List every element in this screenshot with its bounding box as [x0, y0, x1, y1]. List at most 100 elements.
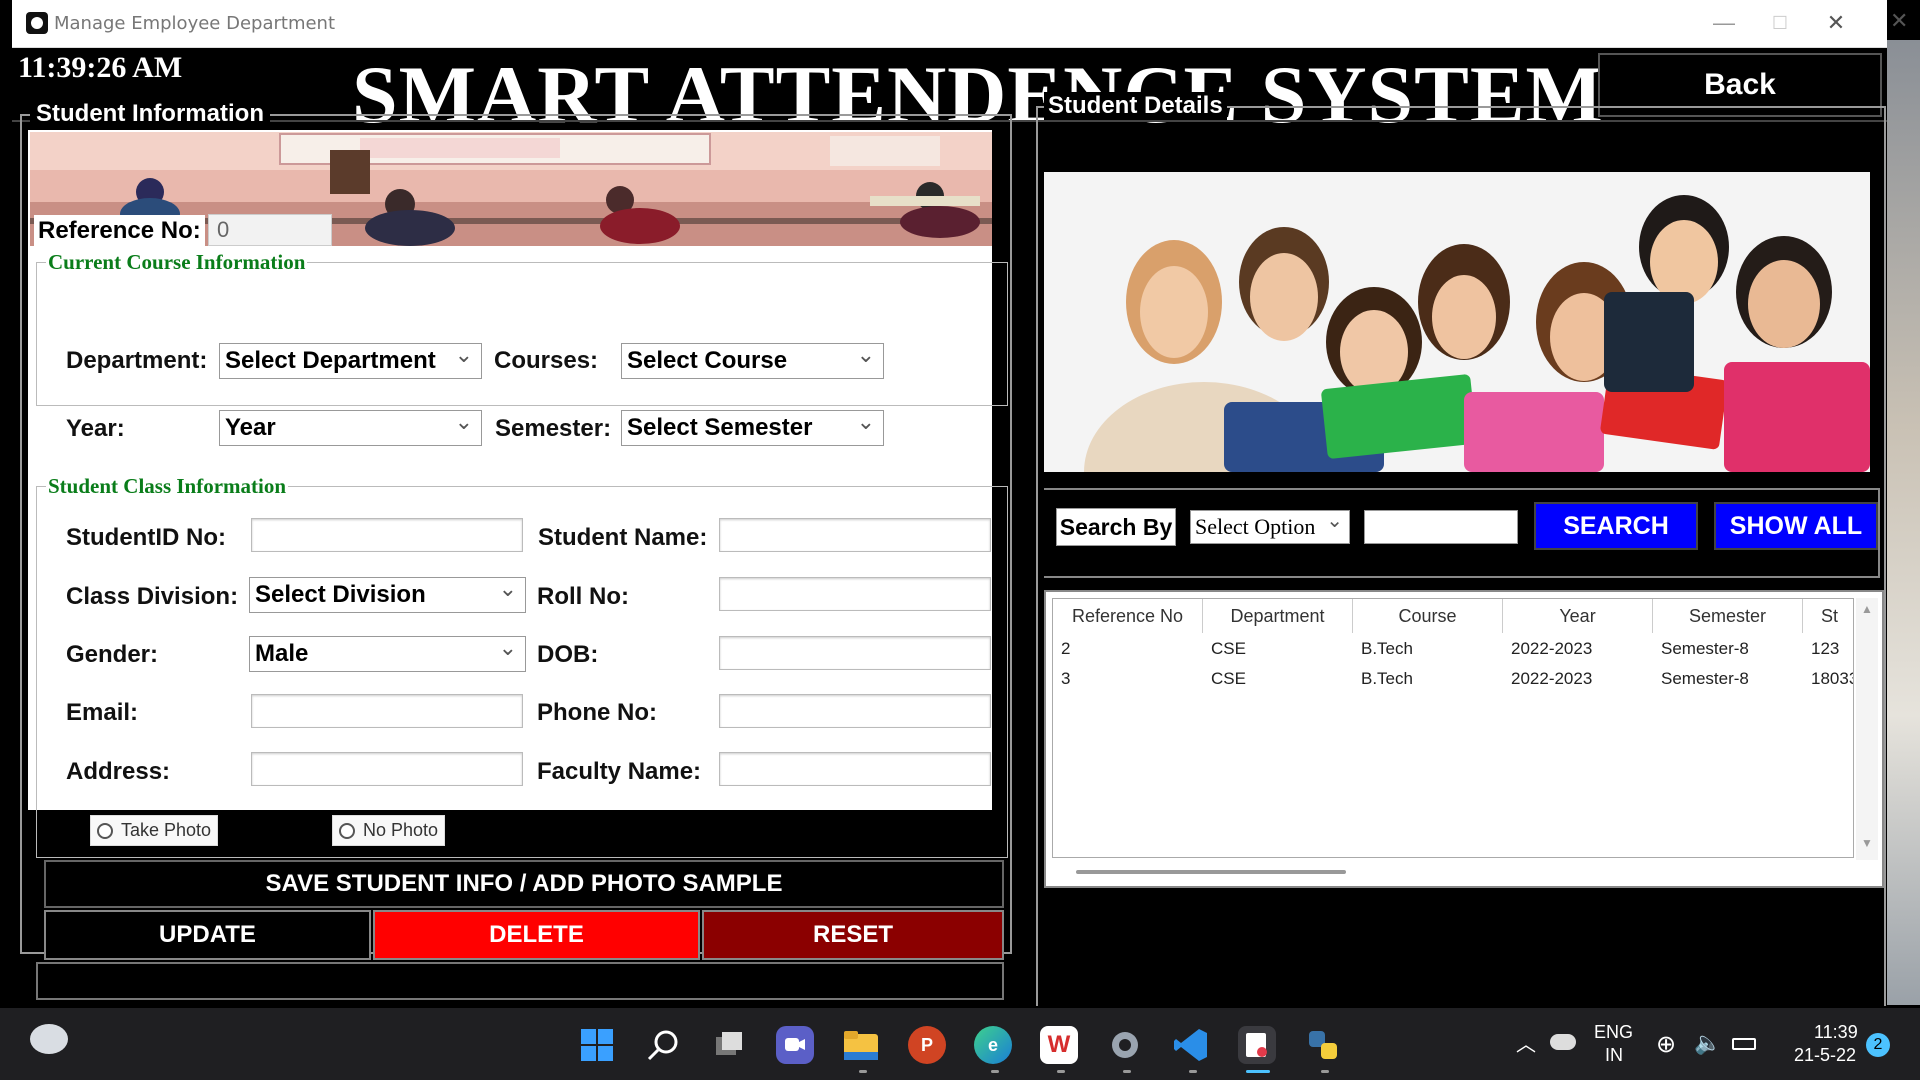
wps-icon[interactable]: W — [1040, 1026, 1078, 1064]
no-photo-radio[interactable]: No Photo — [332, 815, 446, 846]
course-select[interactable]: Select Course — [621, 338, 884, 379]
search-input[interactable] — [1364, 510, 1518, 544]
taskbar — [0, 1008, 1920, 1080]
student-id-label: StudentID No: — [66, 524, 226, 551]
weather-icon[interactable] — [30, 1024, 68, 1054]
delete-button[interactable]: DELETE — [373, 910, 700, 960]
address-label: Address: — [66, 758, 171, 785]
take-photo-radio[interactable]: Take Photo — [90, 815, 219, 846]
running-indicator — [991, 1070, 999, 1073]
department-label: Department: — [66, 347, 208, 374]
roll-no-label: Roll No: — [537, 583, 629, 610]
reference-no-input[interactable]: 0 — [208, 214, 332, 246]
cell-semester: Semester-8 — [1661, 639, 1749, 658]
column-header-student[interactable]: St — [1803, 599, 1853, 633]
volume-icon[interactable]: 🔈 — [1694, 1030, 1721, 1056]
update-button[interactable]: UPDATE — [44, 910, 371, 960]
gender-label: Gender: — [66, 641, 159, 668]
language-indicator-top[interactable]: ENG — [1594, 1022, 1633, 1043]
screen: Manage Employee Department — ☐ ✕ ✕ 11:39… — [0, 0, 1920, 1080]
search-button[interactable]: SEARCH — [1534, 502, 1698, 550]
student-information-legend: Student Information — [30, 100, 270, 128]
phone-no-input[interactable] — [719, 694, 991, 728]
faculty-name-input[interactable] — [719, 752, 991, 786]
horizontal-scrollbar[interactable] — [1076, 870, 1346, 874]
column-header-department[interactable]: Department — [1203, 599, 1353, 633]
column-header-year[interactable]: Year — [1503, 599, 1653, 633]
running-indicator — [1189, 1070, 1197, 1073]
table-row[interactable]: 2 CSE B.Tech 2022-2023 Semester-8 123 — [1053, 635, 1853, 665]
start-icon[interactable] — [578, 1026, 616, 1064]
python-icon[interactable] — [1304, 1026, 1342, 1064]
cell-reference-no: 2 — [1061, 639, 1071, 658]
phone-no-label: Phone No: — [537, 699, 657, 726]
student-table: Reference No Department Course Year Seme… — [1044, 590, 1884, 888]
reference-no-label: Reference No: — [34, 215, 205, 249]
search-icon[interactable] — [644, 1026, 682, 1064]
running-indicator — [1123, 1070, 1131, 1073]
desktop-background — [1887, 40, 1920, 1005]
notification-badge[interactable]: 2 — [1866, 1033, 1890, 1057]
taskbar-date[interactable]: 21-5-22 — [1794, 1045, 1856, 1066]
window-title: Manage Employee Department — [54, 13, 336, 34]
language-indicator-bottom[interactable]: IN — [1605, 1045, 1623, 1066]
student-table-grid: Reference No Department Course Year Seme… — [1052, 598, 1854, 858]
close-icon[interactable]: ✕ — [1890, 8, 1908, 34]
status-frame — [36, 962, 1004, 1000]
task-view-icon[interactable] — [710, 1026, 748, 1064]
scroll-down-icon[interactable]: ▼ — [1861, 836, 1873, 850]
close-button[interactable]: ✕ — [1808, 6, 1864, 40]
cell-course: B.Tech — [1361, 669, 1413, 688]
search-by-label: Search By — [1056, 508, 1176, 546]
current-course-legend: Current Course Information — [46, 250, 308, 275]
year-select[interactable]: Year — [219, 405, 482, 446]
department-select[interactable]: Select Department — [219, 338, 482, 379]
cell-year: 2022-2023 — [1511, 669, 1593, 688]
gender-select[interactable]: Male — [249, 631, 526, 672]
search-option-select[interactable]: Select Option — [1190, 505, 1350, 544]
vertical-scrollbar[interactable]: ▲ ▼ — [1856, 598, 1878, 860]
maximize-button[interactable]: ☐ — [1752, 6, 1808, 40]
onedrive-icon[interactable] — [1550, 1034, 1576, 1050]
table-row[interactable]: 3 CSE B.Tech 2022-2023 Semester-8 18033 — [1053, 665, 1853, 695]
vscode-icon[interactable] — [1172, 1026, 1210, 1064]
minimize-button[interactable]: — — [1696, 6, 1752, 40]
cell-department: CSE — [1211, 639, 1246, 658]
cell-year: 2022-2023 — [1511, 639, 1593, 658]
student-name-input[interactable] — [719, 518, 991, 552]
settings-icon[interactable] — [1106, 1026, 1144, 1064]
edge-icon[interactable]: e — [974, 1026, 1012, 1064]
cell-semester: Semester-8 — [1661, 669, 1749, 688]
show-all-button[interactable]: SHOW ALL — [1714, 502, 1878, 550]
students-photo — [1044, 172, 1870, 472]
email-input[interactable] — [251, 694, 523, 728]
address-input[interactable] — [251, 752, 523, 786]
class-division-select[interactable]: Select Division — [249, 572, 526, 613]
cell-reference-no: 3 — [1061, 669, 1071, 688]
network-icon[interactable]: ⊕ — [1656, 1030, 1676, 1059]
class-division-label: Class Division: — [66, 583, 239, 610]
save-student-button[interactable]: SAVE STUDENT INFO / ADD PHOTO SAMPLE — [44, 860, 1004, 908]
running-indicator — [859, 1070, 867, 1073]
student-name-label: Student Name: — [538, 524, 708, 551]
reset-button[interactable]: RESET — [702, 910, 1004, 960]
student-id-input[interactable] — [251, 518, 523, 552]
roll-no-input[interactable] — [719, 577, 991, 611]
column-header-course[interactable]: Course — [1353, 599, 1503, 633]
cell-student: 123 — [1811, 639, 1840, 658]
scroll-up-icon[interactable]: ▲ — [1861, 602, 1873, 616]
powerpoint-icon[interactable]: P — [908, 1026, 946, 1064]
chat-icon[interactable] — [776, 1026, 814, 1064]
column-header-semester[interactable]: Semester — [1653, 599, 1803, 633]
snipping-tool-icon[interactable] — [1238, 1026, 1276, 1064]
year-label: Year: — [66, 415, 125, 442]
running-indicator — [1321, 1070, 1329, 1073]
taskbar-time[interactable]: 11:39 — [1814, 1022, 1858, 1043]
semester-select[interactable]: Select Semester — [621, 405, 884, 446]
column-header-reference-no[interactable]: Reference No — [1053, 599, 1203, 633]
battery-icon[interactable] — [1732, 1038, 1756, 1050]
chevron-up-icon[interactable]: ︿ — [1516, 1028, 1536, 1057]
faculty-name-label: Faculty Name: — [537, 758, 702, 785]
file-explorer-icon[interactable] — [842, 1026, 880, 1064]
dob-input[interactable] — [719, 636, 991, 670]
